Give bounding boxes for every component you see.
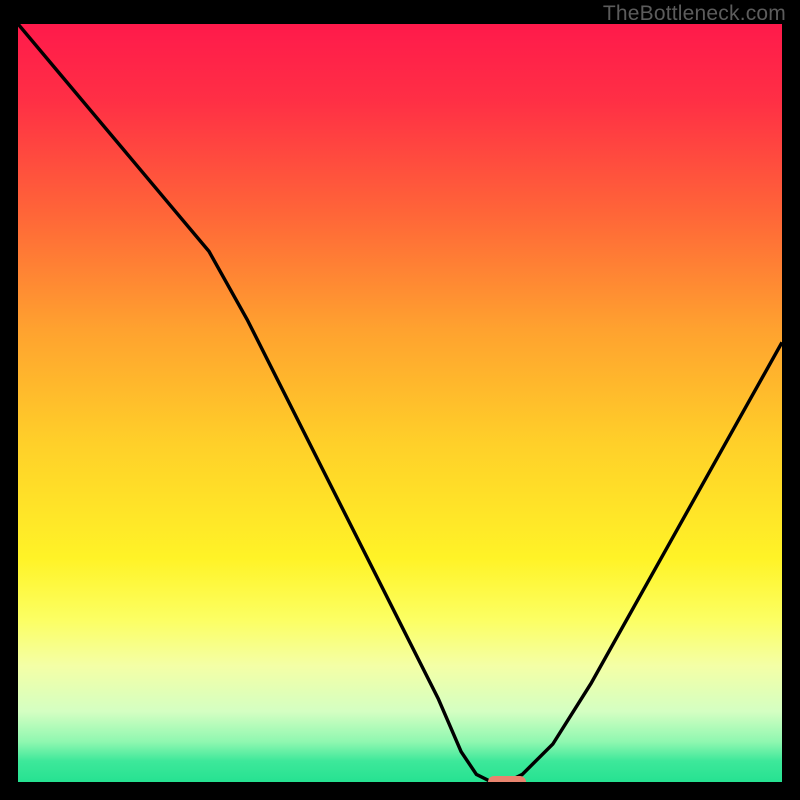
bottleneck-curve xyxy=(18,24,782,782)
plot-area xyxy=(18,24,782,782)
curve-path xyxy=(18,24,782,782)
chart-frame: TheBottleneck.com xyxy=(0,0,800,800)
attribution-text: TheBottleneck.com xyxy=(603,2,786,26)
optimal-marker xyxy=(488,776,526,782)
